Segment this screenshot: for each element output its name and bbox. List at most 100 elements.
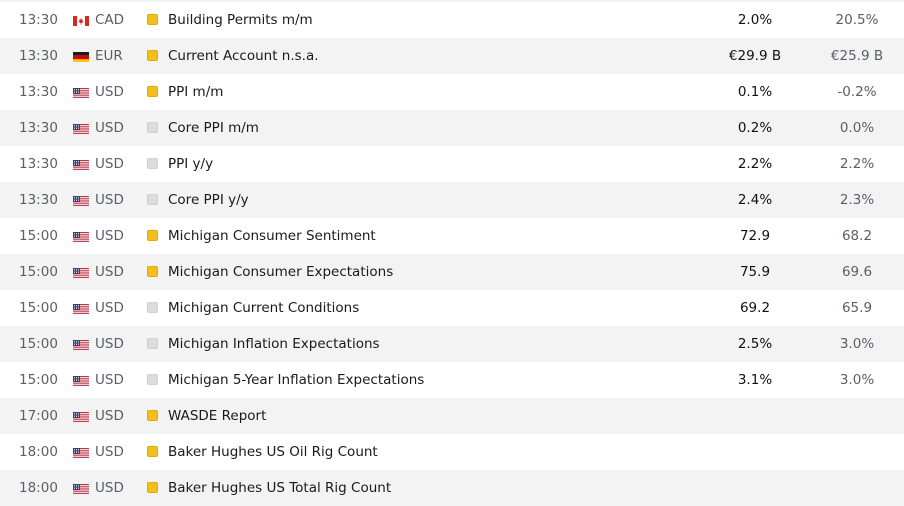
event-name[interactable]: Core PPI y/y: [168, 192, 249, 208]
flag-usa-icon: [73, 267, 89, 278]
event-actual: 2.0%: [737, 12, 773, 28]
event-previous: 2.3%: [839, 192, 875, 208]
event-row[interactable]: 15:00 USD Michigan Inflation Expectation…: [0, 326, 904, 362]
importance-low-icon: [147, 158, 158, 169]
event-currency: EUR: [95, 48, 123, 64]
event-currency: USD: [95, 264, 124, 280]
importance-high-icon: [147, 446, 158, 457]
event-time: 13:30: [19, 120, 58, 136]
event-actual: €29.9 B: [728, 48, 782, 64]
importance-high-icon: [147, 50, 158, 61]
event-name[interactable]: PPI y/y: [168, 156, 213, 172]
event-previous: 20.5%: [835, 12, 879, 28]
event-row[interactable]: 13:30 USD PPI y/y 2.2% 2.2%: [0, 146, 904, 182]
event-actual: 2.4%: [737, 192, 773, 208]
event-name[interactable]: Michigan Inflation Expectations: [168, 336, 380, 352]
event-currency: USD: [95, 120, 124, 136]
event-previous: 2.2%: [839, 156, 875, 172]
event-row[interactable]: 15:00 USD Michigan 5-Year Inflation Expe…: [0, 362, 904, 398]
event-name[interactable]: Current Account n.s.a.: [168, 48, 319, 64]
event-previous: 69.6: [841, 264, 873, 280]
flag-usa-icon: [73, 123, 89, 134]
event-time: 15:00: [19, 372, 58, 388]
flag-usa-icon: [73, 483, 89, 494]
flag-canada-icon: [73, 15, 89, 26]
flag-usa-icon: [73, 231, 89, 242]
importance-high-icon: [147, 410, 158, 421]
event-previous: 0.0%: [839, 120, 875, 136]
event-name[interactable]: Core PPI m/m: [168, 120, 259, 136]
importance-low-icon: [147, 302, 158, 313]
event-time: 15:00: [19, 336, 58, 352]
event-actual: 2.2%: [737, 156, 773, 172]
event-name[interactable]: Building Permits m/m: [168, 12, 313, 28]
event-time: 15:00: [19, 300, 58, 316]
event-time: 13:30: [19, 156, 58, 172]
event-row[interactable]: 18:00 USD Baker Hughes US Total Rig Coun…: [0, 470, 904, 506]
event-currency: USD: [95, 192, 124, 208]
flag-germany-icon: [73, 51, 89, 62]
event-currency: USD: [95, 408, 124, 424]
importance-low-icon: [147, 374, 158, 385]
event-row[interactable]: 17:00 USD WASDE Report: [0, 398, 904, 434]
event-actual: 2.5%: [737, 336, 773, 352]
event-row[interactable]: 15:00 USD Michigan Consumer Expectations…: [0, 254, 904, 290]
event-time: 18:00: [19, 444, 58, 460]
importance-high-icon: [147, 482, 158, 493]
event-currency: CAD: [95, 12, 125, 28]
importance-high-icon: [147, 86, 158, 97]
importance-high-icon: [147, 266, 158, 277]
event-actual: 69.2: [739, 300, 771, 316]
event-previous: 65.9: [841, 300, 873, 316]
event-name[interactable]: PPI m/m: [168, 84, 223, 100]
event-actual: 75.9: [739, 264, 771, 280]
event-actual: 72.9: [739, 228, 771, 244]
flag-usa-icon: [73, 447, 89, 458]
event-row[interactable]: 13:30 EUR Current Account n.s.a. €29.9 B…: [0, 38, 904, 74]
event-currency: USD: [95, 300, 124, 316]
event-row[interactable]: 15:00 USD Michigan Current Conditions 69…: [0, 290, 904, 326]
event-previous: €25.9 B: [830, 48, 884, 64]
flag-usa-icon: [73, 411, 89, 422]
flag-usa-icon: [73, 195, 89, 206]
event-currency: USD: [95, 444, 124, 460]
event-time: 15:00: [19, 228, 58, 244]
importance-high-icon: [147, 230, 158, 241]
event-name[interactable]: Michigan Consumer Expectations: [168, 264, 393, 280]
event-currency: USD: [95, 336, 124, 352]
flag-usa-icon: [73, 87, 89, 98]
event-name[interactable]: Michigan Consumer Sentiment: [168, 228, 376, 244]
importance-high-icon: [147, 14, 158, 25]
flag-usa-icon: [73, 159, 89, 170]
flag-usa-icon: [73, 303, 89, 314]
event-previous: 68.2: [841, 228, 873, 244]
event-currency: USD: [95, 84, 124, 100]
event-name[interactable]: WASDE Report: [168, 408, 266, 424]
event-row[interactable]: 15:00 USD Michigan Consumer Sentiment 72…: [0, 218, 904, 254]
economic-calendar-table: 13:30 CAD Building Permits m/m 2.0% 20.5…: [0, 2, 904, 506]
event-time: 13:30: [19, 84, 58, 100]
event-currency: USD: [95, 156, 124, 172]
event-row[interactable]: 13:30 CAD Building Permits m/m 2.0% 20.5…: [0, 2, 904, 38]
event-row[interactable]: 13:30 USD Core PPI m/m 0.2% 0.0%: [0, 110, 904, 146]
event-row[interactable]: 13:30 USD PPI m/m 0.1% -0.2%: [0, 74, 904, 110]
event-previous: 3.0%: [839, 336, 875, 352]
event-previous: 3.0%: [839, 372, 875, 388]
event-time: 13:30: [19, 48, 58, 64]
importance-low-icon: [147, 338, 158, 349]
event-time: 15:00: [19, 264, 58, 280]
event-name[interactable]: Michigan 5-Year Inflation Expectations: [168, 372, 424, 388]
event-row[interactable]: 13:30 USD Core PPI y/y 2.4% 2.3%: [0, 182, 904, 218]
event-actual: 0.2%: [737, 120, 773, 136]
importance-low-icon: [147, 122, 158, 133]
event-time: 13:30: [19, 12, 58, 28]
event-name[interactable]: Baker Hughes US Total Rig Count: [168, 480, 391, 496]
event-time: 17:00: [19, 408, 58, 424]
event-time: 13:30: [19, 192, 58, 208]
flag-usa-icon: [73, 339, 89, 350]
event-actual: 0.1%: [737, 84, 773, 100]
event-currency: USD: [95, 228, 124, 244]
event-name[interactable]: Michigan Current Conditions: [168, 300, 359, 316]
event-row[interactable]: 18:00 USD Baker Hughes US Oil Rig Count: [0, 434, 904, 470]
event-name[interactable]: Baker Hughes US Oil Rig Count: [168, 444, 378, 460]
